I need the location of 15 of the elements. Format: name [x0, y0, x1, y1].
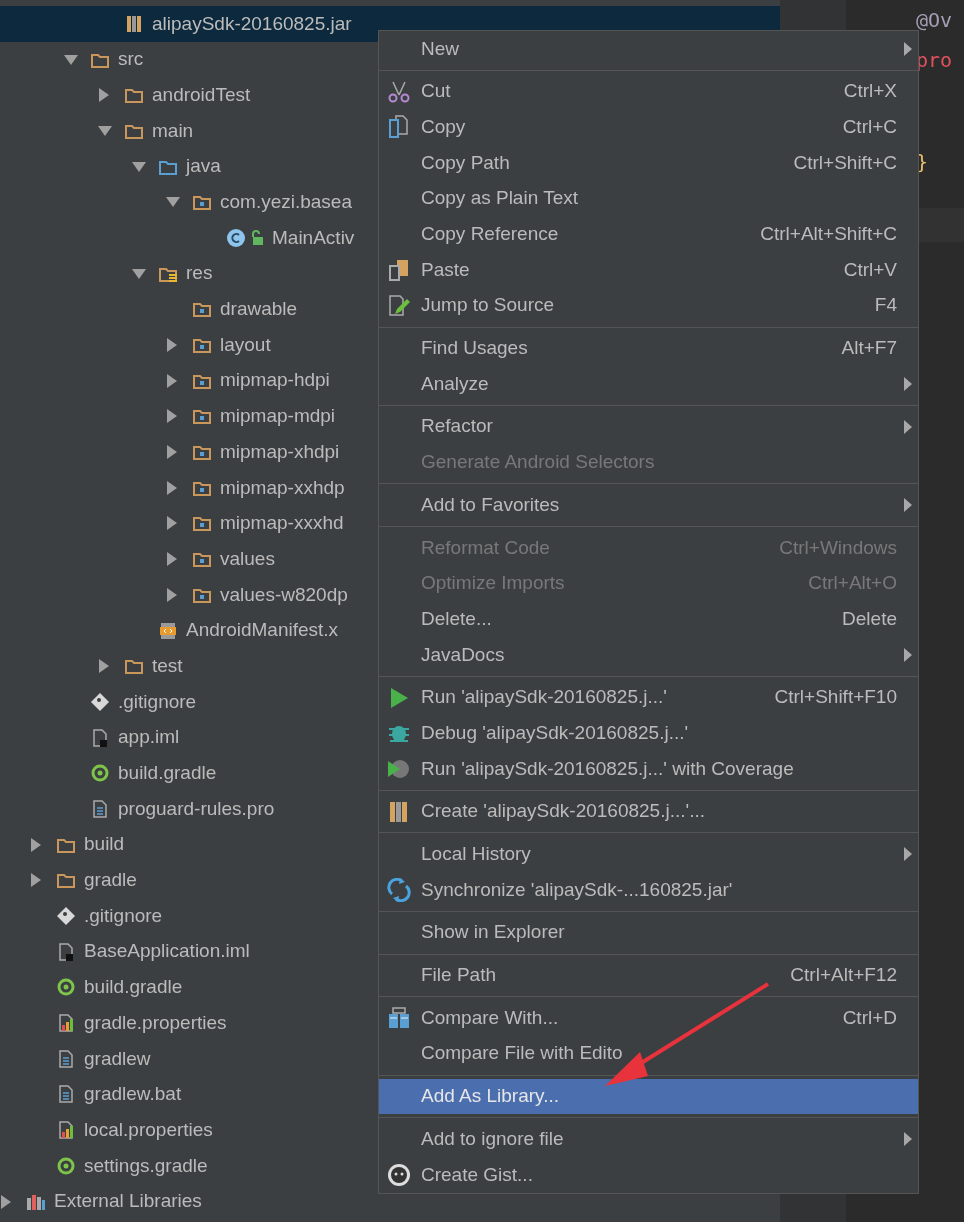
shortcut-label: Ctrl+Alt+F12 [790, 963, 897, 988]
shortcut-label: Ctrl+D [842, 1005, 897, 1030]
shortcut-label: Ctrl+X [843, 79, 897, 104]
code-text: } [916, 149, 930, 176]
shortcut-label: Ctrl+Windows [779, 535, 897, 560]
shortcut-label: Delete [842, 606, 897, 631]
shortcut-label: Ctrl+C [842, 114, 897, 139]
code-text: @Ov [916, 7, 954, 34]
shortcut-label: Alt+F7 [841, 336, 897, 361]
shortcut-label: Ctrl+V [843, 257, 897, 282]
shortcut-label: Ctrl+Shift+C [793, 150, 897, 175]
shortcut-label: Ctrl+Alt+O [808, 571, 897, 596]
shortcut-label: Ctrl+Shift+F10 [774, 685, 897, 710]
shortcut-label: F4 [874, 293, 897, 318]
shortcut-label: Ctrl+Alt+Shift+C [760, 222, 897, 247]
